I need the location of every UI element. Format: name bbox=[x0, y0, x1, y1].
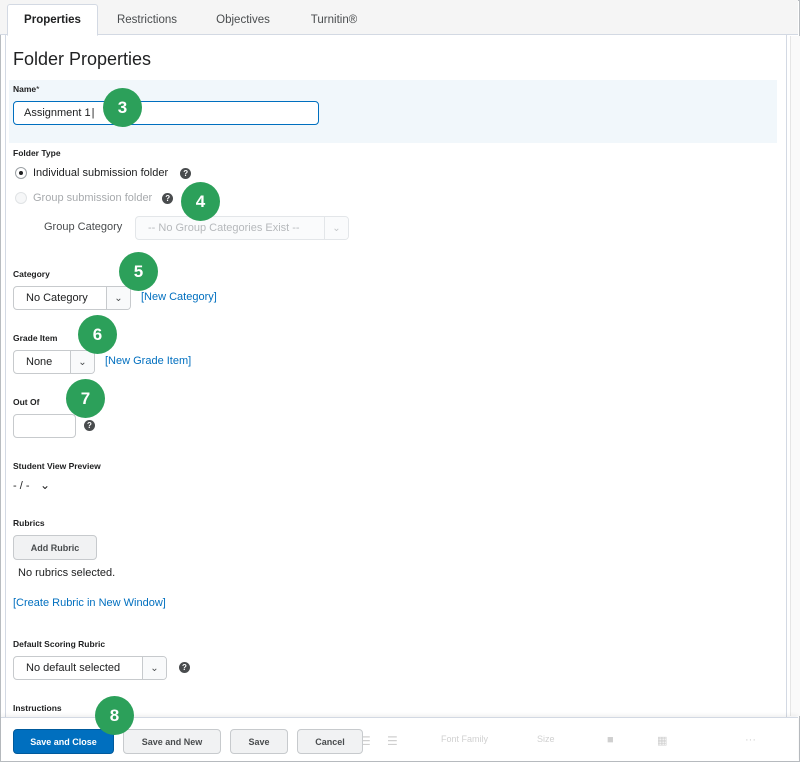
name-input-value: Assignment 1 bbox=[24, 107, 91, 119]
rubrics-label: Rubrics bbox=[13, 518, 45, 528]
help-icon[interactable]: ? bbox=[180, 167, 192, 179]
required-mark: * bbox=[36, 84, 40, 94]
group-folder-option: Group submission folder ? bbox=[15, 192, 174, 204]
grade-item-label: Grade Item bbox=[13, 333, 58, 343]
name-label: Name* bbox=[13, 84, 39, 94]
student-view-label: Student View Preview bbox=[13, 461, 101, 471]
help-icon[interactable]: ? bbox=[162, 192, 174, 204]
group-radio-label: Group submission folder bbox=[33, 192, 153, 204]
group-category-value: -- No Group Categories Exist -- bbox=[148, 222, 300, 234]
out-of-label: Out Of bbox=[13, 397, 40, 407]
category-label: Category bbox=[13, 269, 50, 279]
out-of-input[interactable] bbox=[13, 414, 76, 438]
tab-restrictions[interactable]: Restrictions bbox=[100, 4, 194, 35]
individual-radio-label: Individual submission folder bbox=[33, 167, 169, 179]
name-label-text: Name bbox=[13, 84, 37, 94]
save-button[interactable]: Save bbox=[230, 729, 288, 754]
group-category-label: Group Category bbox=[44, 221, 123, 233]
chevron-down-icon[interactable]: ⌄ bbox=[40, 478, 50, 492]
individual-folder-option[interactable]: Individual submission folder ? bbox=[15, 167, 192, 179]
new-category-link[interactable]: [New Category] bbox=[141, 291, 217, 303]
more-icon: ··· bbox=[745, 734, 756, 746]
grade-item-value: None bbox=[26, 356, 53, 368]
text-cursor: | bbox=[91, 107, 95, 119]
chevron-down-icon: ⌄ bbox=[106, 287, 130, 309]
category-select[interactable]: No Category ⌄ bbox=[13, 286, 131, 310]
individual-radio[interactable] bbox=[15, 167, 27, 179]
save-and-new-button[interactable]: Save and New bbox=[123, 729, 221, 754]
numbered-list-icon: ☰ bbox=[387, 734, 398, 748]
callout-badge-5: 5 bbox=[119, 252, 158, 291]
grade-item-select[interactable]: None ⌄ bbox=[13, 350, 95, 374]
chevron-down-icon: ⌄ bbox=[70, 351, 94, 373]
scrollbar[interactable] bbox=[790, 36, 800, 716]
cancel-button[interactable]: Cancel bbox=[297, 729, 363, 754]
tab-objectives[interactable]: Objectives bbox=[196, 4, 290, 35]
font-size-select: Size bbox=[537, 734, 555, 744]
tab-properties[interactable]: Properties bbox=[7, 4, 98, 36]
editor-toolbar: ☰ ☰ Font Family Size ■ ▦ ··· bbox=[355, 728, 785, 754]
callout-badge-4: 4 bbox=[181, 182, 220, 221]
name-input[interactable]: Assignment 1 | bbox=[13, 101, 319, 125]
help-icon[interactable]: ? bbox=[84, 420, 95, 431]
default-scoring-value: No default selected bbox=[26, 662, 121, 674]
chevron-down-icon: ⌄ bbox=[324, 217, 348, 239]
instructions-label: Instructions bbox=[13, 703, 62, 713]
default-scoring-select[interactable]: No default selected ⌄ bbox=[13, 656, 167, 680]
folder-type-label: Folder Type bbox=[13, 148, 61, 158]
page-title: Folder Properties bbox=[13, 49, 152, 69]
callout-badge-6: 6 bbox=[78, 315, 117, 354]
callout-badge-8: 8 bbox=[95, 696, 134, 735]
callout-badge-3: 3 bbox=[103, 88, 142, 127]
font-family-select: Font Family bbox=[441, 734, 489, 744]
student-view-value: - / - bbox=[13, 480, 30, 492]
add-rubric-button[interactable]: Add Rubric bbox=[13, 535, 97, 560]
table-icon: ▦ bbox=[657, 735, 668, 747]
help-icon[interactable]: ? bbox=[179, 662, 190, 673]
create-rubric-link[interactable]: [Create Rubric in New Window] bbox=[13, 597, 166, 609]
category-value: No Category bbox=[26, 292, 88, 304]
save-and-close-button[interactable]: Save and Close bbox=[13, 729, 114, 754]
group-radio bbox=[15, 192, 27, 204]
tab-bar: Properties Restrictions Objectives Turni… bbox=[0, 0, 798, 36]
new-grade-item-link[interactable]: [New Grade Item] bbox=[105, 355, 191, 367]
default-scoring-label: Default Scoring Rubric bbox=[13, 639, 106, 649]
tab-turnitin[interactable]: Turnitin® bbox=[290, 4, 378, 35]
color-icon: ■ bbox=[607, 734, 614, 746]
chevron-down-icon: ⌄ bbox=[142, 657, 166, 679]
no-rubrics-text: No rubrics selected. bbox=[18, 567, 116, 579]
group-category-select: -- No Group Categories Exist -- ⌄ bbox=[135, 216, 349, 240]
callout-badge-7: 7 bbox=[66, 379, 105, 418]
